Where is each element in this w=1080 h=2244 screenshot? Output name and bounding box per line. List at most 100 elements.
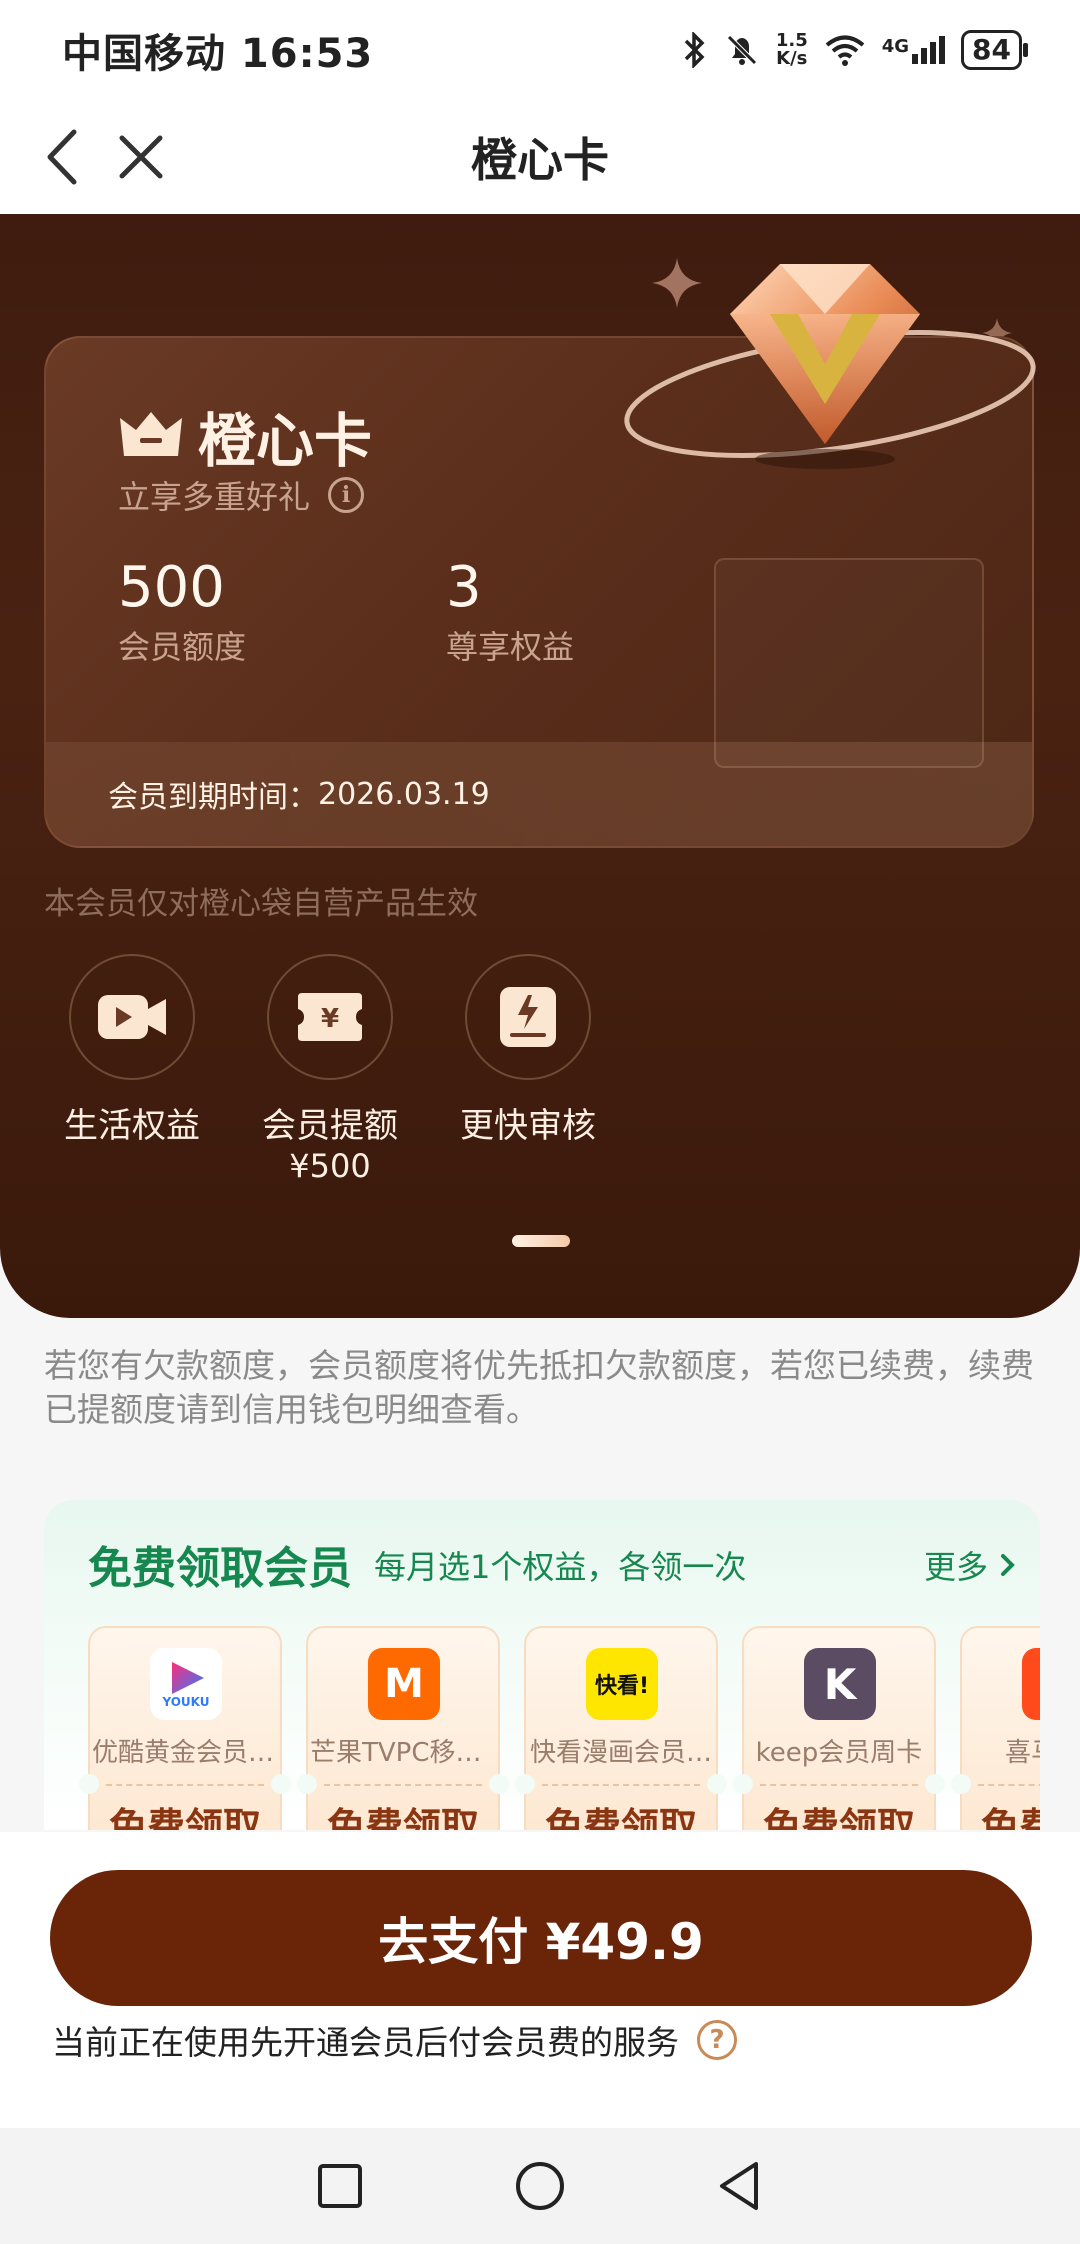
ticket-notch [951, 1774, 971, 1794]
free-item-name: 优酷黄金会员-… [92, 1738, 280, 1768]
mango-logo-text: M [384, 1661, 424, 1707]
free-item-mango[interactable]: M 芒果TVPC移动… 免费领取 [297, 1626, 509, 1830]
claim-button[interactable]: 免费领取 [962, 1796, 1040, 1830]
more-link-label: 更多 [923, 1548, 988, 1586]
benefit-icon-wrap [465, 954, 591, 1080]
pay-button[interactable]: 去支付 ¥49.9 [50, 1870, 1032, 2006]
claim-button[interactable]: 免费领取 [526, 1796, 716, 1830]
free-item-name: 喜马拉雅 [1004, 1738, 1040, 1768]
notice-text: 若您有欠款额度，会员额度将优先抵扣欠款额度，若您已续费，续费已提额度请到信用钱包… [44, 1346, 1034, 1429]
benefit-sub: ¥500 [289, 1147, 371, 1185]
status-bar: 中国移动 16:53 1.5 K/s 4G 84 [0, 0, 1080, 100]
ticket-notch [271, 1774, 291, 1794]
expiry-label: 会员到期时间： [108, 780, 318, 815]
youku-logo-icon: YOUKU [150, 1648, 222, 1720]
close-icon[interactable] [108, 124, 174, 190]
card-title: 橙心卡 [198, 407, 373, 475]
ticket-divider [760, 1784, 918, 1786]
mango-tv-logo-icon: M [368, 1648, 440, 1720]
benefit-life[interactable]: 生活权益 [64, 954, 200, 1186]
claim-button[interactable]: 免费领取 [90, 1796, 280, 1830]
expiry-date: 2026.03.19 [318, 776, 490, 812]
video-icon [98, 995, 166, 1039]
status-icons: 1.5 K/s 4G 84 [680, 30, 1028, 70]
youku-logo-text: YOUKU [162, 1695, 210, 1709]
more-link[interactable]: 更多 [924, 1542, 1016, 1588]
benefit-quota[interactable]: ¥ 会员提额 ¥500 [262, 954, 398, 1186]
ticket-notch [489, 1774, 509, 1794]
membership-hero: 橙心卡 立享多重好礼 i 500 会员额度 3 尊享权益 会员到期时间： 202… [0, 214, 1080, 1318]
ticket-notch [925, 1774, 945, 1794]
stat-label: 尊享权益 [446, 628, 575, 666]
ticket-notch [515, 1774, 535, 1794]
ticket-divider [978, 1784, 1040, 1786]
cellular-signal-icon: 4G [881, 36, 946, 64]
info-icon[interactable]: i [328, 477, 365, 513]
card-subtitle-text: 立享多重好礼 [118, 478, 311, 516]
chevron-left-icon[interactable] [32, 124, 98, 190]
free-item-keep[interactable]: K keep会员周卡 免费领取 [733, 1626, 945, 1830]
net-speed: 1.5 K/s [776, 32, 808, 68]
battery-indicator: 84 [961, 30, 1028, 70]
stat-value: 3 [446, 555, 482, 620]
ticket-notch [707, 1774, 727, 1794]
free-item-name: keep会员周卡 [755, 1738, 923, 1768]
free-item-list: YOUKU 优酷黄金会员-… 免费领取 M 芒果TVPC移动… 免费领取 快看!… [79, 1626, 1040, 1830]
stat-value: 500 [118, 555, 225, 620]
free-item-name: 快看漫画会员… [529, 1738, 712, 1768]
claim-button[interactable]: 免费领取 [744, 1796, 934, 1830]
svg-text:¥: ¥ [321, 1004, 339, 1034]
benefit-review[interactable]: 更快审核 [460, 954, 596, 1186]
help-icon[interactable]: ? [697, 2020, 737, 2060]
home-icon[interactable] [514, 2160, 566, 2212]
ticket-notch [79, 1774, 99, 1794]
card-decoration [714, 558, 984, 768]
bell-off-icon [727, 35, 757, 65]
ticket-divider [106, 1784, 264, 1786]
free-item-name: 芒果TVPC移动… [310, 1738, 498, 1768]
ticket-notch [297, 1774, 317, 1794]
crown-icon [120, 412, 182, 456]
free-item-ximalaya[interactable]: 喜马拉雅 免费领取 [951, 1626, 1040, 1830]
diamond-v-icon [624, 264, 1036, 469]
status-carrier-time: 中国移动 16:53 [62, 31, 374, 77]
benefit-icon-wrap: ¥ [267, 954, 393, 1080]
pay-note-text: 当前正在使用先开通会员后付会员费的服务 [52, 2023, 679, 2062]
pay-note: 当前正在使用先开通会员后付会员费的服务 ? [52, 2016, 737, 2064]
page-title: 橙心卡 [471, 133, 609, 187]
chevron-right-icon [1001, 1554, 1015, 1576]
ticket-icon: ¥ [298, 993, 362, 1041]
document-icon [500, 987, 556, 1047]
system-nav-bar [0, 2128, 1080, 2244]
nav-bar: 橙心卡 [0, 100, 1080, 214]
free-section-title: 免费领取会员 [88, 1543, 352, 1594]
free-membership-section: 免费领取会员 每月选1个权益，各领一次 更多 YOUKU 优酷黄金会员-… 免费… [44, 1500, 1040, 1830]
benefit-list: 生活权益 ¥ 会员提额 ¥500 更快审核 [64, 954, 596, 1186]
card-subtitle: 立享多重好礼 i [118, 472, 365, 518]
free-item-kuaikan[interactable]: 快看! 快看漫画会员… 免费领取 [515, 1626, 727, 1830]
hero-note: 本会员仅对橙心袋自营产品生效 [44, 886, 478, 922]
keep-logo-icon: K [804, 1648, 876, 1720]
free-section-subtitle: 每月选1个权益，各领一次 [374, 1548, 747, 1586]
page-indicator [512, 1235, 570, 1247]
bluetooth-icon [684, 32, 705, 68]
benefit-label: 更快审核 [460, 1106, 596, 1146]
expiry-row: 会员到期时间： 2026.03.19 [46, 742, 1032, 846]
free-item-youku[interactable]: YOUKU 优酷黄金会员-… 免费领取 [79, 1626, 291, 1830]
ticket-divider [324, 1784, 482, 1786]
benefit-label: 生活权益 [64, 1106, 200, 1146]
claim-button[interactable]: 免费领取 [308, 1796, 498, 1830]
stat-label: 会员额度 [118, 628, 247, 666]
kuaikan-logo-text: 快看! [594, 1674, 650, 1699]
pay-panel: 去支付 ¥49.9 当前正在使用先开通会员后付会员费的服务 ? [0, 1832, 1080, 2128]
network-type: 4G [881, 36, 910, 57]
stat-benefits: 3 尊享权益 [446, 556, 574, 668]
ticket-divider [542, 1784, 700, 1786]
stat-quota: 500 会员额度 [118, 556, 246, 668]
kuaikan-logo-icon: 快看! [586, 1648, 658, 1720]
recent-apps-icon[interactable] [316, 2162, 364, 2210]
benefit-label: 会员提额 [262, 1106, 398, 1146]
back-icon[interactable] [716, 2160, 764, 2212]
keep-logo-text: K [823, 1659, 857, 1709]
net-speed-unit: K/s [776, 48, 808, 69]
